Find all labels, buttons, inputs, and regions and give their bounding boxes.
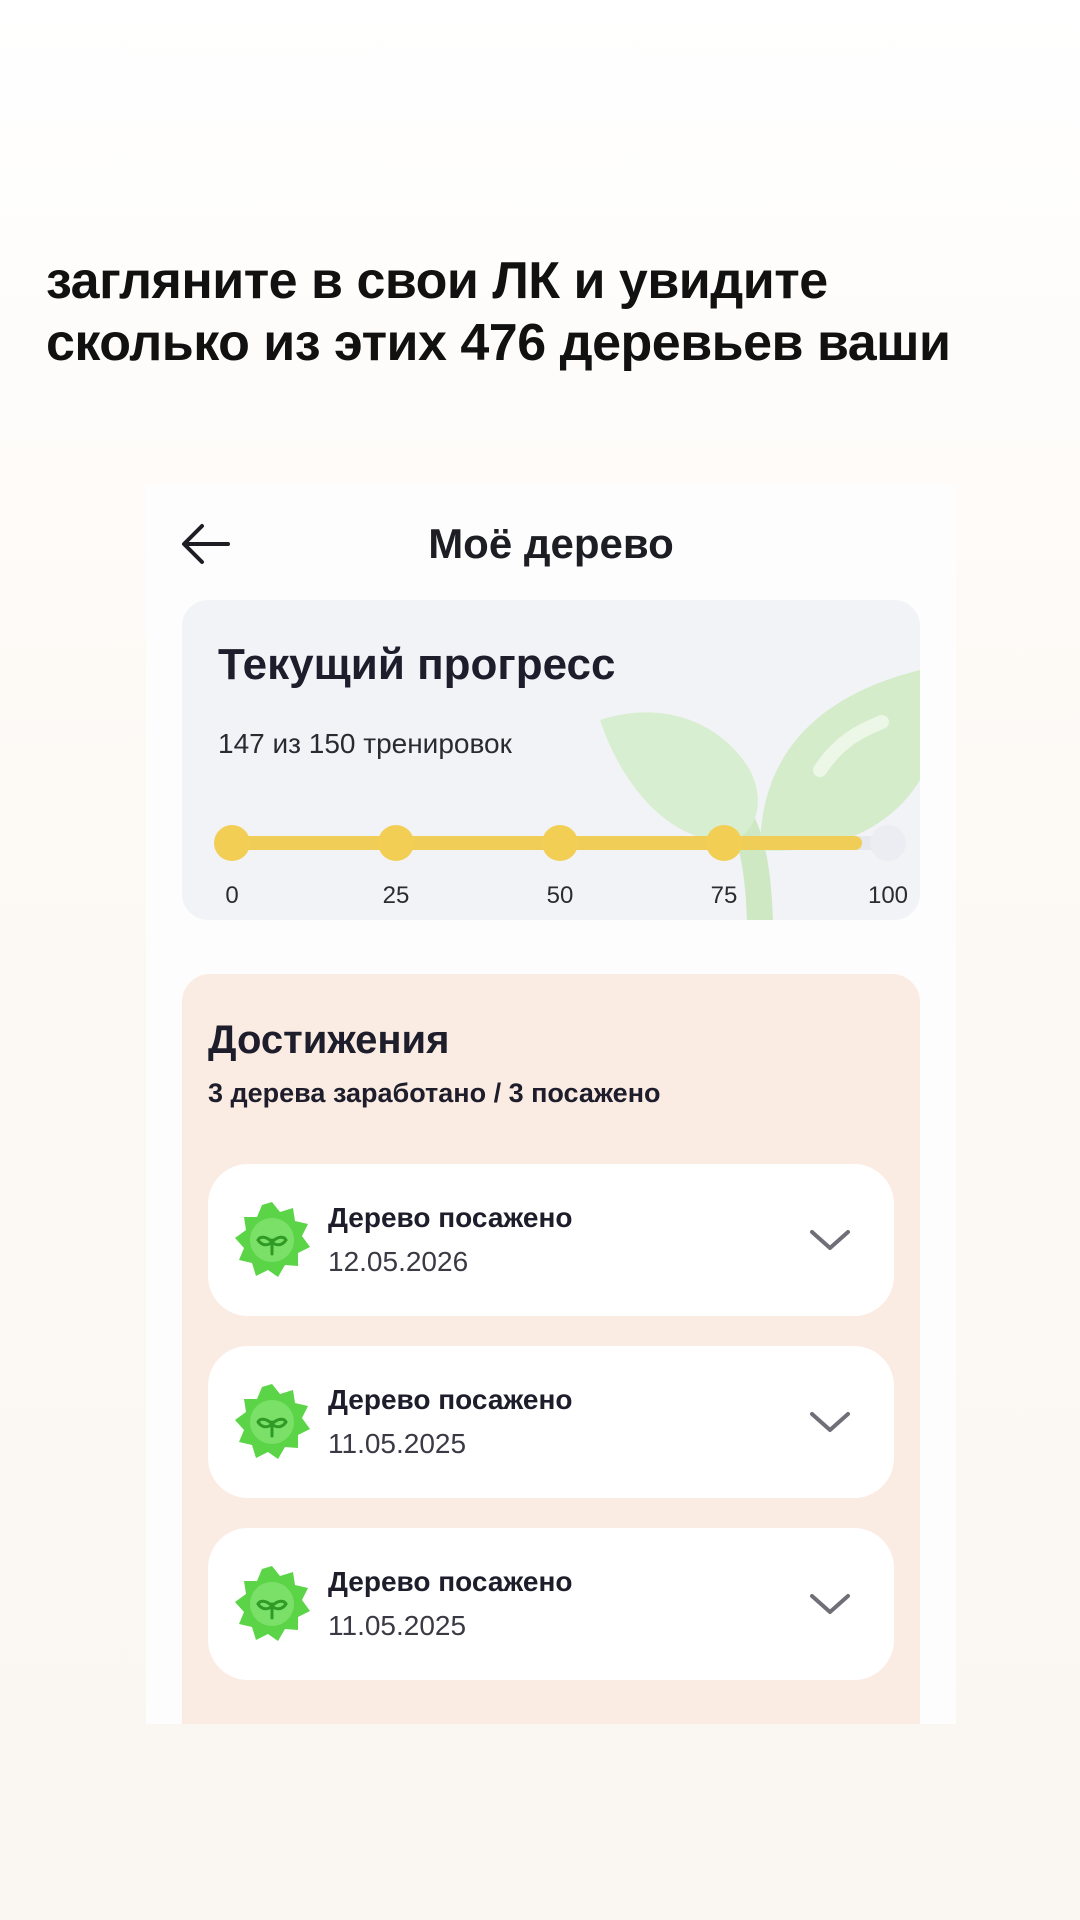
achievements-title: Достижения xyxy=(208,1018,450,1062)
achievement-item[interactable]: Дерево посажено 11.05.2025 xyxy=(208,1346,894,1498)
top-bar: Моё дерево xyxy=(146,484,956,604)
sprout-badge-icon xyxy=(235,1566,310,1641)
milestone-dot xyxy=(378,825,414,861)
achievements-subtitle: 3 дерева заработано / 3 посажено xyxy=(208,1078,661,1108)
chevron-down-icon[interactable] xyxy=(808,1584,852,1624)
milestone-dot xyxy=(870,825,906,861)
achievement-date: 12.05.2026 xyxy=(328,1246,469,1277)
achievement-title: Дерево посажено xyxy=(328,1566,573,1597)
milestone-label: 0 xyxy=(225,882,239,909)
progress-title: Текущий прогресс xyxy=(218,640,616,689)
achievements-card: Достижения 3 дерева заработано / 3 посаж… xyxy=(182,974,920,1724)
achievement-title: Дерево посажено xyxy=(328,1202,573,1233)
achievement-title: Дерево посажено xyxy=(328,1384,573,1415)
sprout-leaves-icon xyxy=(600,670,920,920)
sprout-badge-icon xyxy=(235,1384,310,1459)
screen-title: Моё дерево xyxy=(428,520,674,567)
achievement-item[interactable]: Дерево посажено 12.05.2026 xyxy=(208,1164,894,1316)
chevron-down-icon[interactable] xyxy=(808,1220,852,1260)
headline-line-1: загляните в свои ЛК и увидите xyxy=(46,252,828,310)
sprout-badge-icon xyxy=(235,1202,310,1277)
milestone-label: 75 xyxy=(710,882,738,909)
milestone-label: 25 xyxy=(382,882,410,909)
progress-subtitle: 147 из 150 тренировок xyxy=(218,728,512,759)
milestone-label: 50 xyxy=(546,882,574,909)
milestone-dot xyxy=(214,825,250,861)
headline-line-2: сколько из этих 476 деревьев ваши xyxy=(46,314,951,372)
chevron-down-icon[interactable] xyxy=(808,1402,852,1442)
progress-card: Текущий прогресс 147 из 150 тренировок 0… xyxy=(182,600,920,920)
milestone-dot xyxy=(542,825,578,861)
milestone-dot xyxy=(706,825,742,861)
phone-screen: Моё дерево Текущий прогресс 147 из 150 т… xyxy=(146,484,956,1724)
achievement-date: 11.05.2025 xyxy=(328,1428,467,1459)
achievement-date: 11.05.2025 xyxy=(328,1610,467,1641)
achievement-item[interactable]: Дерево посажено 11.05.2025 xyxy=(208,1528,894,1680)
milestone-label: 100 xyxy=(867,882,909,909)
headline: загляните в свои ЛК и увидите сколько из… xyxy=(46,250,1046,374)
